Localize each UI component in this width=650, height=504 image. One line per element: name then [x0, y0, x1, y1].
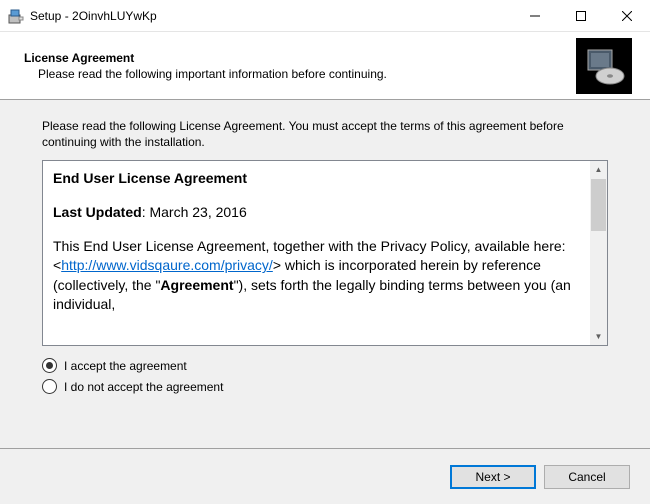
scroll-thumb[interactable]	[591, 179, 606, 231]
minimize-button[interactable]	[512, 1, 558, 31]
accept-radio[interactable]: I accept the agreement	[42, 358, 608, 373]
decline-radio[interactable]: I do not accept the agreement	[42, 379, 608, 394]
wizard-header: License Agreement Please read the follow…	[0, 32, 650, 100]
page-title: License Agreement	[24, 51, 576, 65]
page-subtitle: Please read the following important info…	[24, 67, 576, 81]
radio-group: I accept the agreement I do not accept t…	[42, 358, 608, 394]
eula-updated: Last Updated: March 23, 2016	[53, 203, 581, 223]
privacy-link[interactable]: http://www.vidsqaure.com/privacy/	[61, 257, 273, 273]
eula-heading: End User License Agreement	[53, 169, 581, 189]
scrollbar[interactable]: ▲ ▼	[590, 161, 607, 345]
scroll-up-icon[interactable]: ▲	[590, 161, 607, 178]
wizard-footer: Next > Cancel	[0, 448, 650, 504]
window-title: Setup - 2OinvhLUYwKp	[30, 9, 157, 23]
titlebar: Setup - 2OinvhLUYwKp	[0, 0, 650, 32]
next-button[interactable]: Next >	[450, 465, 536, 489]
radio-icon	[42, 379, 57, 394]
maximize-button[interactable]	[558, 1, 604, 31]
wizard-body: Please read the following License Agreem…	[0, 100, 650, 448]
installer-icon	[8, 8, 24, 24]
scroll-down-icon[interactable]: ▼	[590, 328, 607, 345]
instruction-text: Please read the following License Agreem…	[42, 118, 608, 150]
radio-icon	[42, 358, 57, 373]
window-controls	[512, 1, 650, 31]
cancel-button[interactable]: Cancel	[544, 465, 630, 489]
accept-label: I accept the agreement	[64, 359, 187, 373]
setup-disc-icon	[576, 38, 632, 94]
eula-body: This End User License Agreement, togethe…	[53, 237, 581, 315]
decline-label: I do not accept the agreement	[64, 380, 223, 394]
license-textbox[interactable]: End User License Agreement Last Updated:…	[42, 160, 608, 346]
close-button[interactable]	[604, 1, 650, 31]
